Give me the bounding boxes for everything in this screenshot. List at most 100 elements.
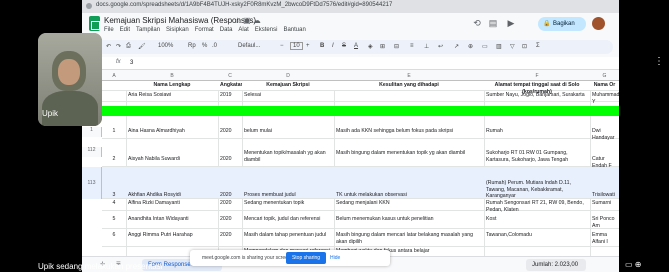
table-cell[interactable]: Masih bingung dalam mencari latar belaka… (334, 231, 484, 246)
table-cell[interactable]: Aina Hasna Almardhiyah (126, 127, 218, 136)
table-cell[interactable]: 2020 (218, 215, 242, 224)
table-cell[interactable]: 2020 (218, 127, 242, 136)
menu-edit[interactable]: Edit (120, 27, 130, 33)
fill-color-icon[interactable]: ◈ (368, 43, 373, 50)
hide-link[interactable]: Hide (330, 255, 340, 261)
highlighted-row[interactable] (102, 106, 619, 116)
table-cell[interactable]: (Rumah) Perum. Mutiara Indah D.11, Tawan… (484, 179, 590, 201)
table-cell[interactable]: 2019 (218, 91, 242, 100)
table-cell[interactable]: Sumber Nayu, Joglo, Banjarsari, Surakart… (484, 91, 590, 100)
table-cell[interactable]: Muhammad Y (590, 91, 619, 106)
functions-icon[interactable]: Σ (536, 43, 540, 49)
row-number[interactable]: 113 (82, 167, 102, 199)
strikethrough-icon[interactable]: S (342, 43, 346, 49)
wrap-icon[interactable]: ↩ (438, 43, 443, 50)
table-cell[interactable]: Anggi Rimma Putri Harahap (126, 231, 218, 240)
link-icon[interactable]: ⊕ (468, 43, 473, 50)
valign-icon[interactable]: ⊥ (424, 43, 429, 50)
print-icon[interactable]: ⎙ (126, 43, 131, 50)
table-cell[interactable]: 2020 (218, 199, 242, 208)
table-cell[interactable]: Sri Ponco Am (590, 215, 619, 230)
column-header-f[interactable]: F (484, 73, 590, 79)
table-cell[interactable]: 5 (102, 215, 126, 224)
table-cell[interactable]: Emma Alfani I (590, 231, 619, 246)
table-cell[interactable]: Aria Reisa Sosiawi (126, 91, 218, 100)
table-cell[interactable]: Alfina Rizki Damayanti (126, 199, 218, 208)
header-cell[interactable]: Nama Or (590, 81, 619, 90)
avatar[interactable] (592, 17, 605, 30)
menu-view[interactable]: Tampilan (136, 27, 160, 33)
column-header-c[interactable]: C (218, 73, 242, 79)
header-cell[interactable]: Kemajuan Skripsi (242, 81, 334, 90)
table-cell[interactable]: Belum menemukan kasus untuk penelitian (334, 215, 484, 224)
zoom-select[interactable]: 100% (158, 43, 173, 49)
menu-help[interactable]: Bantuan (283, 27, 305, 33)
column-header-d[interactable]: D (242, 73, 334, 79)
table-cell[interactable]: Sedang menentukan topik (242, 199, 334, 208)
table-cell[interactable]: Masih bingung dalam menentukan topik yg … (334, 149, 484, 158)
meeting-controls-icon[interactable]: ▭ ⊕ (625, 260, 641, 269)
table-cell[interactable]: Sedang menjalani KKN (334, 199, 484, 208)
font-size-decrease-icon[interactable]: − (280, 43, 284, 49)
comments-icon[interactable]: ▤ (488, 18, 498, 28)
paint-format-icon[interactable]: 🖌 (138, 43, 146, 50)
filter-views-icon[interactable]: ⊡ (522, 43, 527, 50)
move-folder-icon[interactable]: ▣ (243, 16, 253, 25)
table-cell[interactable]: Mencari topik, judul dan referensi (242, 215, 334, 224)
menu-data[interactable]: Data (220, 27, 233, 33)
column-header-g[interactable]: G (590, 73, 619, 79)
merge-cells-icon[interactable]: ⊟ (394, 43, 399, 50)
table-cell[interactable]: Dwi Handayar (590, 127, 619, 142)
table-cell[interactable]: belum mulai (242, 127, 334, 136)
cloud-status-icon[interactable]: ☁ (253, 16, 263, 25)
menu-file[interactable]: File (104, 27, 114, 33)
font-select[interactable]: Defaul... (238, 43, 260, 49)
table-cell[interactable]: 2 (102, 155, 126, 164)
percent-button[interactable]: % (202, 43, 207, 49)
filter-icon[interactable]: ▽ (510, 43, 515, 50)
video-tile[interactable]: Upik (38, 33, 102, 126)
column-header-a[interactable]: A (102, 73, 126, 79)
table-cell[interactable]: 2020 (218, 231, 242, 240)
comment-icon[interactable]: ▭ (482, 43, 488, 50)
url-text[interactable]: docs.google.com/spreadsheets/d/1A9bF4B4T… (96, 2, 392, 8)
borders-icon[interactable]: ⊞ (380, 43, 385, 50)
menu-format[interactable]: Format (195, 27, 214, 33)
table-cell[interactable]: 6 (102, 231, 126, 240)
meet-icon[interactable]: ▶ (506, 18, 516, 28)
formula-input[interactable]: 3 (130, 60, 133, 66)
menu-extensions[interactable]: Ekstensi (255, 27, 278, 33)
currency-icon[interactable]: Rp (188, 43, 196, 49)
table-cell[interactable]: Tawanan,Colomadu (484, 231, 590, 240)
table-cell[interactable]: Rumah Sengonsari RT 21, RW 09, Bendo, Pe… (484, 199, 590, 214)
rotate-icon[interactable]: ↗ (454, 43, 459, 50)
share-button[interactable]: Bagikan (538, 17, 586, 31)
table-cell[interactable]: Selesai (242, 91, 334, 100)
header-cell[interactable]: Kesulitan yang dihadapi (334, 81, 484, 90)
table-cell[interactable]: Masih ada KKN sehingga belum fokus pada … (334, 127, 484, 136)
font-size-input[interactable]: 10 (290, 42, 303, 50)
font-size-increase-icon[interactable]: + (306, 43, 310, 49)
menu-insert[interactable]: Sisipkan (166, 27, 189, 33)
undo-icon[interactable]: ↶ (106, 43, 111, 50)
row-number[interactable]: 1 (82, 127, 102, 137)
header-cell[interactable]: Nama Lengkap (126, 81, 218, 90)
table-cell[interactable]: 2020 (218, 155, 242, 164)
table-row-selected[interactable]: 3 Akhfian Ahdika Rosyidi 2020 Proses mem… (102, 167, 619, 199)
italic-icon[interactable]: I (332, 43, 334, 49)
column-header-b[interactable]: B (126, 73, 218, 79)
redo-icon[interactable]: ↷ (116, 43, 121, 50)
site-info-icon[interactable] (86, 3, 92, 9)
header-cell[interactable]: Angkatan (218, 81, 242, 90)
table-cell[interactable]: Sukoharjo RT 01 RW 01 Gumpang, Kartasura… (484, 149, 590, 164)
table-cell[interactable]: Aisyah Nabila Suwardi (126, 155, 218, 164)
table-cell[interactable]: 4 (102, 199, 126, 208)
chart-icon[interactable]: ▥ (496, 43, 502, 50)
table-cell[interactable]: 1 (102, 127, 126, 136)
url-bar[interactable]: docs.google.com/spreadsheets/d/1A9bF4B4T… (82, 0, 619, 13)
table-cell[interactable]: Anandhita Intan Widayanti (126, 215, 218, 224)
bold-icon[interactable]: B (320, 43, 324, 49)
column-header-e[interactable]: E (334, 73, 484, 79)
table-cell[interactable]: Masih dalam tahap penentuan judul (242, 231, 334, 240)
more-options-icon[interactable]: ⋮ (654, 56, 664, 67)
